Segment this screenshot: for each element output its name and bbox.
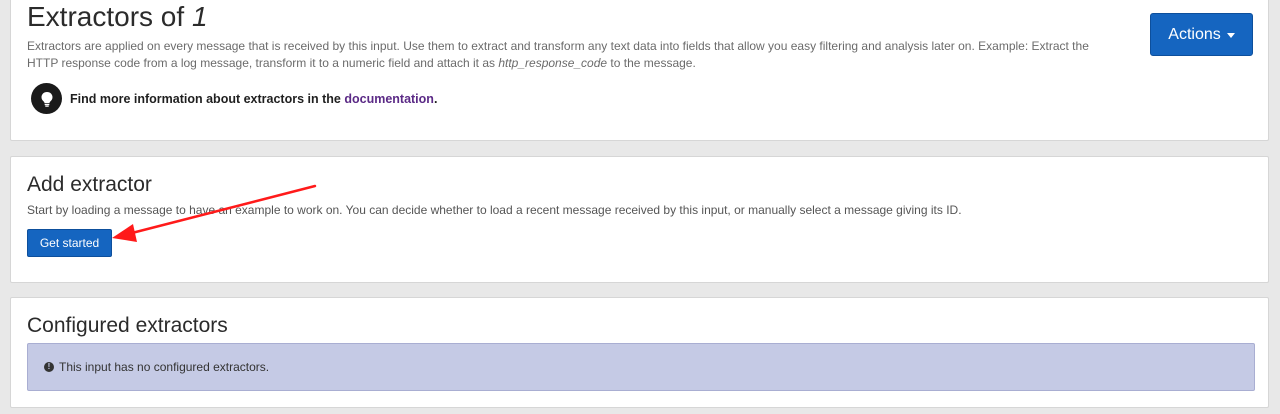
description-part2: to the message.	[607, 56, 696, 70]
configured-extractors-title: Configured extractors	[27, 314, 228, 337]
add-extractor-title: Add extractor	[27, 173, 152, 196]
doc-prefix: Find more information about extractors i…	[70, 91, 345, 106]
extractors-description: Extractors are applied on every message …	[27, 38, 1107, 72]
configured-extractors-panel: Configured extractors ! This input has n…	[10, 297, 1269, 408]
extractors-header-panel: Extractors of 1 Extractors are applied o…	[10, 0, 1269, 141]
doc-suffix: .	[433, 91, 438, 106]
page-title-prefix: Extractors of	[27, 1, 192, 32]
get-started-button[interactable]: Get started	[27, 229, 112, 257]
no-extractors-text: This input has no configured extractors.	[59, 360, 270, 374]
actions-label: Actions	[1168, 25, 1221, 43]
add-extractor-description: Start by loading a message to have an ex…	[27, 203, 962, 217]
description-code: http_response_code	[498, 56, 608, 70]
documentation-hint: Find more information about extractors i…	[31, 83, 437, 114]
page-title: Extractors of 1	[27, 1, 208, 33]
actions-button[interactable]: Actions	[1150, 13, 1253, 56]
lightbulb-icon	[31, 83, 62, 114]
info-circle-icon: !	[44, 362, 54, 372]
doc-text: Find more information about extractors i…	[70, 92, 437, 106]
documentation-link[interactable]: documentation	[344, 92, 434, 106]
caret-down-icon	[1226, 33, 1235, 38]
no-extractors-alert: ! This input has no configured extractor…	[27, 343, 1255, 391]
input-count: 1	[191, 1, 208, 32]
add-extractor-panel: Add extractor Start by loading a message…	[10, 156, 1269, 283]
